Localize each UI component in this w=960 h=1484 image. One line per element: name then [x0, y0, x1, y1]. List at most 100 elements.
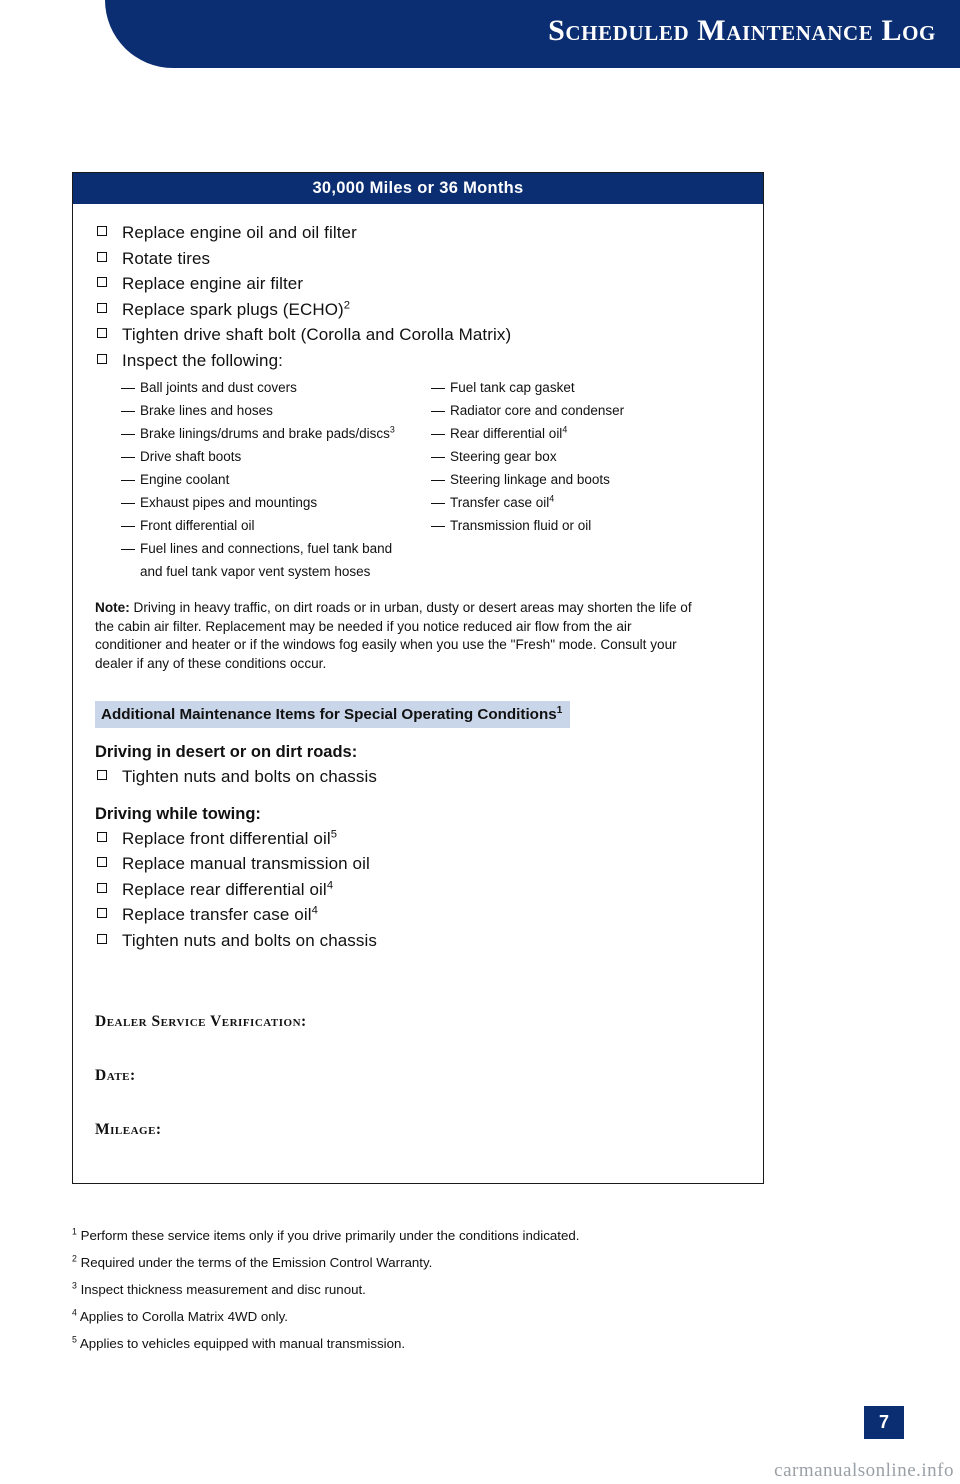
- inspect-item[interactable]: Rear differential oil4: [431, 422, 741, 445]
- inspect-item-label: Drive shaft boots: [140, 449, 242, 464]
- inspect-item[interactable]: Fuel tank cap gasket: [431, 376, 741, 399]
- inspect-item[interactable]: Fuel lines and connections, fuel tank ba…: [121, 537, 431, 583]
- towing-service-item[interactable]: Tighten nuts and bolts on chassis: [95, 928, 741, 954]
- interval-title: 30,000 Miles or 36 Months: [73, 173, 763, 204]
- blank-line-icon[interactable]: [431, 526, 445, 527]
- additional-maintenance-heading: Additional Maintenance Items for Special…: [95, 701, 571, 728]
- page-header-banner: Scheduled Maintenance Log: [105, 0, 960, 68]
- page-number-badge: 7: [864, 1406, 904, 1439]
- additional-maintenance-heading-text: Additional Maintenance Items for Special…: [101, 706, 557, 723]
- towing-service-item[interactable]: Replace manual transmission oil: [95, 851, 741, 877]
- checkbox-icon[interactable]: [97, 328, 107, 338]
- inspect-item-label: Ball joints and dust covers: [140, 380, 297, 395]
- mileage-label: Mileage:: [95, 1121, 162, 1138]
- desert-service-item[interactable]: Tighten nuts and bolts on chassis: [95, 764, 741, 790]
- inspect-item[interactable]: Drive shaft boots: [121, 445, 431, 468]
- towing-service-item-label: Tighten nuts and bolts on chassis: [122, 930, 377, 950]
- blank-line-icon[interactable]: [121, 480, 135, 481]
- checkbox-icon[interactable]: [97, 882, 107, 893]
- subheading-desert-driving: Driving in desert or on dirt roads:: [95, 743, 358, 761]
- blank-line-icon[interactable]: [121, 457, 135, 458]
- service-item[interactable]: Replace engine oil and oil filter: [95, 220, 741, 246]
- note-label: Note:: [95, 600, 130, 615]
- inspect-item[interactable]: Transfer case oil4: [431, 491, 741, 514]
- towing-service-item[interactable]: Replace rear differential oil4: [95, 877, 741, 903]
- service-item-label: Tighten drive shaft bolt (Corolla and Co…: [122, 325, 512, 344]
- note-text: Driving in heavy traffic, on dirt roads …: [95, 600, 692, 671]
- blank-line-icon[interactable]: [121, 411, 135, 412]
- inspect-item[interactable]: Ball joints and dust covers: [121, 376, 431, 399]
- maintenance-interval-card: 30,000 Miles or 36 Months Replace engine…: [72, 172, 764, 1184]
- inspect-item[interactable]: Steering linkage and boots: [431, 468, 741, 491]
- footnote: 4 Applies to Corolla Matrix 4WD only.: [72, 1308, 772, 1325]
- inspect-item[interactable]: Front differential oil: [121, 514, 431, 537]
- inspect-item[interactable]: Brake lines and hoses: [121, 399, 431, 422]
- checkbox-icon[interactable]: [97, 302, 107, 313]
- inspect-item-label: Brake linings/drums and brake pads/discs: [140, 426, 390, 441]
- footnote-ref: 4: [311, 904, 318, 917]
- inspect-item[interactable]: Exhaust pipes and mountings: [121, 491, 431, 514]
- additional-maintenance-heading-footnote-ref: 1: [556, 704, 563, 716]
- blank-line-icon[interactable]: [431, 457, 445, 458]
- inspect-item[interactable]: Engine coolant: [121, 468, 431, 491]
- checkbox-icon[interactable]: [97, 857, 107, 867]
- checkbox-icon[interactable]: [97, 908, 107, 918]
- towing-service-item-label: Replace rear differential oil: [122, 879, 327, 899]
- towing-service-item[interactable]: Replace front differential oil5: [95, 826, 741, 852]
- service-item[interactable]: Inspect the following:: [95, 348, 741, 374]
- service-item-label: Inspect the following:: [122, 350, 283, 370]
- inspect-item-label: Fuel tank cap gasket: [450, 380, 575, 395]
- inspect-item[interactable]: Transmission fluid or oil: [431, 514, 741, 537]
- date-label: Date:: [95, 1067, 136, 1084]
- page-title: Scheduled Maintenance Log: [548, 14, 936, 47]
- service-item-label: Rotate tires: [122, 248, 211, 268]
- towing-service-item-label: Replace transfer case oil: [122, 905, 312, 924]
- checkbox-icon[interactable]: [97, 831, 107, 842]
- inspect-item-label: Fuel lines and connections, fuel tank ba…: [140, 541, 393, 556]
- blank-line-icon[interactable]: [431, 388, 445, 389]
- dealer-service-verification-label: Dealer Service Verification:: [95, 1013, 307, 1030]
- inspect-item[interactable]: Radiator core and condenser: [431, 399, 741, 422]
- inspect-item-label: Steering linkage and boots: [450, 472, 610, 487]
- checkbox-icon[interactable]: [97, 353, 107, 364]
- inspect-item[interactable]: Steering gear box: [431, 445, 741, 468]
- service-item[interactable]: Replace engine air filter: [95, 271, 741, 297]
- inspect-item[interactable]: Brake linings/drums and brake pads/discs…: [121, 422, 431, 445]
- inspect-item-label: Brake lines and hoses: [140, 403, 273, 418]
- blank-line-icon[interactable]: [121, 549, 135, 550]
- card-body: Replace engine oil and oil filter Rotate …: [73, 204, 763, 1139]
- blank-line-icon[interactable]: [431, 434, 445, 435]
- footnote-text: Perform these service items only if you …: [76, 1228, 580, 1243]
- blank-line-icon[interactable]: [431, 503, 445, 504]
- blank-line-icon[interactable]: [431, 480, 445, 481]
- blank-line-icon[interactable]: [121, 388, 135, 389]
- towing-service-item-label: Replace front differential oil: [122, 828, 331, 848]
- towing-service-item-label: Replace manual transmission oil: [122, 854, 370, 873]
- footnote-ref: 4: [562, 424, 568, 435]
- footnote-ref: 5: [330, 827, 338, 840]
- towing-service-item[interactable]: Replace transfer case oil4: [95, 902, 741, 928]
- checkbox-icon[interactable]: [97, 251, 107, 262]
- checkbox-icon[interactable]: [97, 277, 107, 287]
- service-item-label: Replace engine air filter: [122, 274, 304, 293]
- primary-service-checklist: Replace engine oil and oil filter Rotate …: [95, 220, 741, 373]
- footnote-text: Applies to Corolla Matrix 4WD only.: [76, 1309, 288, 1324]
- service-item[interactable]: Tighten drive shaft bolt (Corolla and Co…: [95, 322, 741, 348]
- inspect-item-label: Radiator core and condenser: [450, 403, 625, 418]
- checkbox-icon[interactable]: [97, 226, 107, 236]
- desert-service-item-label: Tighten nuts and bolts on chassis: [122, 767, 377, 786]
- blank-line-icon[interactable]: [431, 411, 445, 412]
- inspect-item-label: Engine coolant: [140, 472, 230, 487]
- blank-line-icon[interactable]: [121, 503, 135, 504]
- footnote-ref: 2: [343, 298, 351, 311]
- service-item[interactable]: Rotate tires: [95, 246, 741, 272]
- footnote: 5 Applies to vehicles equipped with manu…: [72, 1335, 772, 1352]
- service-item[interactable]: Replace spark plugs (ECHO)2: [95, 297, 741, 323]
- blank-line-icon[interactable]: [121, 434, 135, 435]
- desert-driving-checklist: Tighten nuts and bolts on chassis: [95, 764, 741, 790]
- blank-line-icon[interactable]: [121, 526, 135, 527]
- checkbox-icon[interactable]: [97, 933, 107, 944]
- footnote-ref: 4: [549, 493, 555, 504]
- checkbox-icon[interactable]: [97, 770, 107, 780]
- subheading-towing: Driving while towing:: [95, 804, 261, 823]
